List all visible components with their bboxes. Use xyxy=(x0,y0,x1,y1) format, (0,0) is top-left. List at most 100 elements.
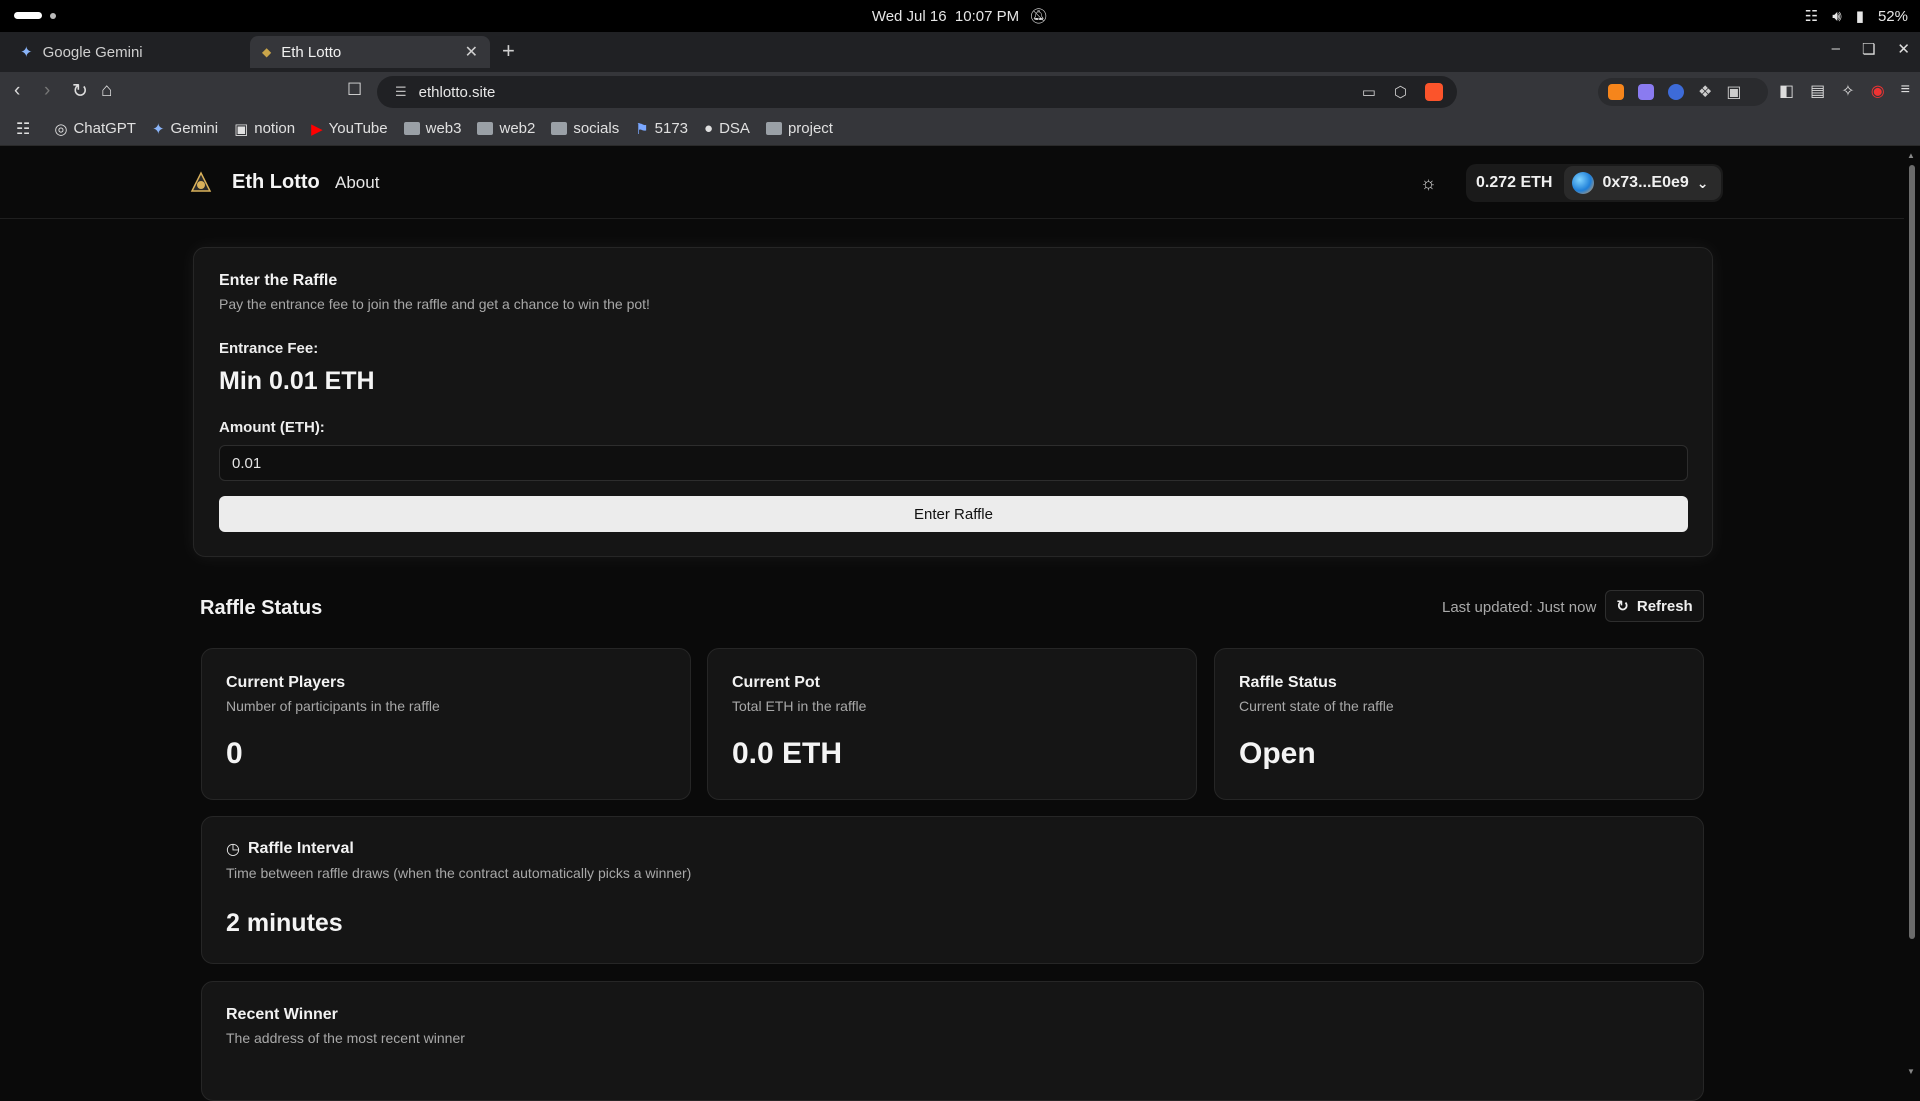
address-bar[interactable]: ☰ ethlotto.site ▭ ⬡ xyxy=(377,76,1457,108)
tab-label: Google Gemini xyxy=(42,43,143,61)
restore-icon[interactable]: ❏ xyxy=(1862,40,1875,58)
metamask-icon[interactable] xyxy=(1608,84,1624,100)
card-description: Pay the entrance fee to join the raffle … xyxy=(219,296,650,312)
brave-shields-icon[interactable] xyxy=(1425,83,1443,101)
reload-icon[interactable]: ↻ xyxy=(72,80,88,103)
card-title: Current Players xyxy=(226,674,346,691)
toolbar-right: ◧ ▤ ✧ ◉ ≡ xyxy=(1779,81,1910,101)
bookmark-youtube[interactable]: ▶ YouTube xyxy=(311,120,388,138)
bookmark-dsa[interactable]: ● DSA xyxy=(704,120,750,137)
moon-extension-icon[interactable] xyxy=(1668,84,1684,100)
tab-google-gemini[interactable]: ✦ Google Gemini xyxy=(8,36,248,68)
wallet-icon[interactable]: ▤ xyxy=(1810,81,1825,101)
battery-icon: ▮ xyxy=(1855,8,1864,25)
clock[interactable]: Wed Jul 16 10:07 PM 🔕︎ xyxy=(0,7,1920,26)
volume-icon: 🔊︎ xyxy=(1832,7,1842,25)
folder-icon xyxy=(403,122,420,135)
card-description: The address of the most recent winner xyxy=(226,1030,465,1046)
refresh-label: Refresh xyxy=(1636,597,1693,615)
chevron-down-icon: ⌄ xyxy=(1696,174,1709,191)
bookmark-folder-project[interactable]: project xyxy=(765,120,833,137)
window-controls: – ❏ ✕ xyxy=(1832,40,1910,58)
leo-ai-icon[interactable]: ✧ xyxy=(1841,81,1854,101)
eth-lotto-logo-icon[interactable] xyxy=(188,171,214,195)
amount-input[interactable]: 0.01 xyxy=(219,445,1688,481)
raffle-interval-value: 2 minutes xyxy=(226,909,343,937)
bookmark-folder-socials[interactable]: socials xyxy=(551,120,619,137)
menu-icon[interactable]: ≡ xyxy=(1901,81,1910,101)
system-tray[interactable]: ☷ 🔊︎ ▮ 52% xyxy=(1804,7,1908,26)
enter-raffle-button[interactable]: Enter Raffle xyxy=(219,496,1688,532)
tab-eth-lotto[interactable]: ◆ Eth Lotto ✕ xyxy=(250,36,490,68)
bookmarks-bar: ☷ ◎ ChatGPT ✦ Gemini ▣ notion ▶ YouTube … xyxy=(0,112,1920,146)
folder-icon xyxy=(551,122,568,135)
back-icon[interactable]: ‹ xyxy=(14,80,20,102)
enter-raffle-card: Enter the Raffle Pay the entrance fee to… xyxy=(193,247,1713,557)
bookmark-gemini[interactable]: ✦ Gemini xyxy=(152,120,218,138)
nav-about-link[interactable]: About xyxy=(335,173,379,193)
bookmark-folder-web2[interactable]: web2 xyxy=(477,120,535,137)
raffle-status-heading: Raffle Status xyxy=(200,597,323,619)
new-tab-button[interactable]: + xyxy=(502,38,515,64)
site-info-icon[interactable]: ☰ xyxy=(395,84,407,100)
tab-label: Eth Lotto xyxy=(281,43,342,61)
bookmark-label: ChatGPT xyxy=(73,120,136,137)
forward-icon[interactable]: › xyxy=(44,80,50,102)
current-pot-card: Current Pot Total ETH in the raffle 0.0 … xyxy=(707,648,1197,800)
scroll-up-icon[interactable]: ▲ xyxy=(1907,151,1915,160)
site-icon: ● xyxy=(704,120,714,137)
bookmark-chatgpt[interactable]: ◎ ChatGPT xyxy=(54,120,136,138)
sidebar-icon[interactable]: ◧ xyxy=(1779,81,1794,101)
extension-box-icon[interactable]: ▣ xyxy=(1726,82,1741,102)
entrance-fee-value: Min 0.01 ETH xyxy=(219,367,375,395)
notifications-off-icon: 🔕︎ xyxy=(1029,8,1049,25)
bookmark-label: 5173 xyxy=(654,120,689,137)
folder-icon xyxy=(765,122,782,135)
card-title: Recent Winner xyxy=(226,1006,338,1023)
bookmark-notion[interactable]: ▣ notion xyxy=(234,120,295,138)
last-updated-text: Last updated: Just now xyxy=(1442,599,1597,616)
card-title: Current Pot xyxy=(732,674,820,691)
apps-grid-icon[interactable]: ☷ xyxy=(16,119,30,139)
bookmark-folder-web3[interactable]: web3 xyxy=(403,120,461,137)
datetime: Wed Jul 16 10:07 PM xyxy=(871,7,1020,25)
os-top-bar: Wed Jul 16 10:07 PM 🔕︎ ☷ 🔊︎ ▮ 52% xyxy=(0,0,1920,32)
bookmark-label: web2 xyxy=(499,120,536,137)
card-title: Enter the Raffle xyxy=(219,272,338,289)
bookmark-5173[interactable]: ⚑ 5173 xyxy=(635,120,688,138)
eth-lotto-favicon-icon: ◆ xyxy=(262,45,272,59)
theme-toggle-sun-icon[interactable]: ☼ xyxy=(1420,173,1437,194)
puzzle-icon[interactable]: ❖ xyxy=(1698,82,1712,102)
bookmark-label: Gemini xyxy=(170,120,219,137)
page-content: Eth Lotto About ☼ 0.272 ETH 0x73...E0e9 … xyxy=(0,147,1920,1101)
scroll-down-icon[interactable]: ▼ xyxy=(1907,1067,1915,1076)
card-title: Raffle Status xyxy=(1239,674,1337,691)
clock-icon: ◷ xyxy=(226,841,240,858)
refresh-icon: ↻ xyxy=(1616,598,1629,615)
amount-value: 0.01 xyxy=(232,454,262,472)
page-scrollbar[interactable]: ▲ ▼ xyxy=(1904,147,1920,1080)
browser-toolbar: ‹ › ↻ ⌂ ☐ ☰ ethlotto.site ▭ ⬡ ❖ ▣ ◧ ▤ ✧ … xyxy=(0,72,1920,112)
brand-name[interactable]: Eth Lotto xyxy=(232,171,320,194)
cast-icon[interactable]: ▭ xyxy=(1362,83,1376,101)
entrance-fee-label: Entrance Fee: xyxy=(219,340,319,357)
card-description: Total ETH in the raffle xyxy=(732,698,867,714)
share-icon[interactable]: ⬡ xyxy=(1394,83,1407,101)
scroll-thumb[interactable] xyxy=(1909,165,1915,939)
refresh-button[interactable]: ↻ Refresh xyxy=(1605,590,1704,622)
card-description: Number of participants in the raffle xyxy=(226,698,440,714)
bookmark-label: DSA xyxy=(719,120,750,137)
phantom-icon[interactable] xyxy=(1638,84,1654,100)
account-selector[interactable]: 0x73...E0e9 ⌄ xyxy=(1564,166,1721,200)
close-tab-icon[interactable]: ✕ xyxy=(465,42,478,62)
url-text: ethlotto.site xyxy=(418,83,496,101)
wallet-connect-button[interactable]: 0.272 ETH 0x73...E0e9 ⌄ xyxy=(1466,164,1723,202)
amount-label: Amount (ETH): xyxy=(219,419,325,436)
bookmark-icon[interactable]: ☐ xyxy=(347,80,362,100)
minimize-icon[interactable]: – xyxy=(1832,40,1840,58)
close-window-icon[interactable]: ✕ xyxy=(1897,40,1910,58)
profile-icon[interactable]: ◉ xyxy=(1871,81,1885,101)
network-icon: ☷ xyxy=(1804,8,1819,25)
home-icon[interactable]: ⌂ xyxy=(101,80,112,102)
wallet-balance: 0.272 ETH xyxy=(1476,174,1553,191)
